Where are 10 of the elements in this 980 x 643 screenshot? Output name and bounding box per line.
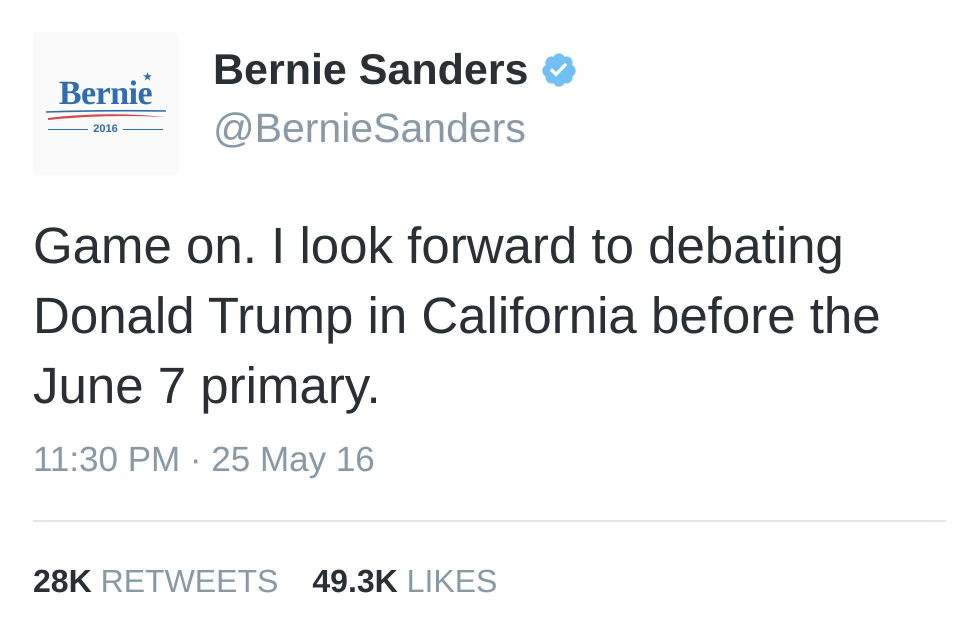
logo-wordmark: Bernie [58,77,152,111]
avatar-logo-tile[interactable]: Bernie 2016 [33,32,178,175]
tweet-text: Game on. I look forward to debating Donald Trump in California before the June 7 primary. [33,216,882,416]
stat-link[interactable]: 49.3K LIKES [312,561,498,601]
stat-link[interactable]: 28K RETWEETS [33,561,278,601]
swoosh-icon [44,109,168,121]
author-name[interactable]: Bernie Sanders [213,44,528,96]
star-icon [142,72,152,81]
logo-year: 2016 [93,123,118,136]
tweet-timestamp: 11:30 PM · 25 May 16 [33,440,376,480]
